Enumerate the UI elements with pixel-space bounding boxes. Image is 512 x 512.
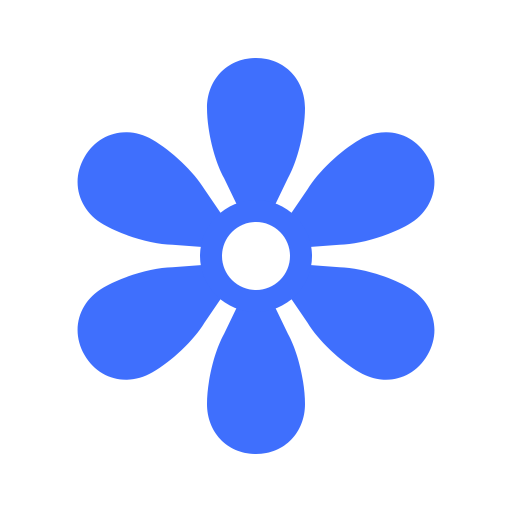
flower-icon xyxy=(77,58,435,454)
canvas xyxy=(0,0,512,512)
flower-center xyxy=(222,222,290,290)
